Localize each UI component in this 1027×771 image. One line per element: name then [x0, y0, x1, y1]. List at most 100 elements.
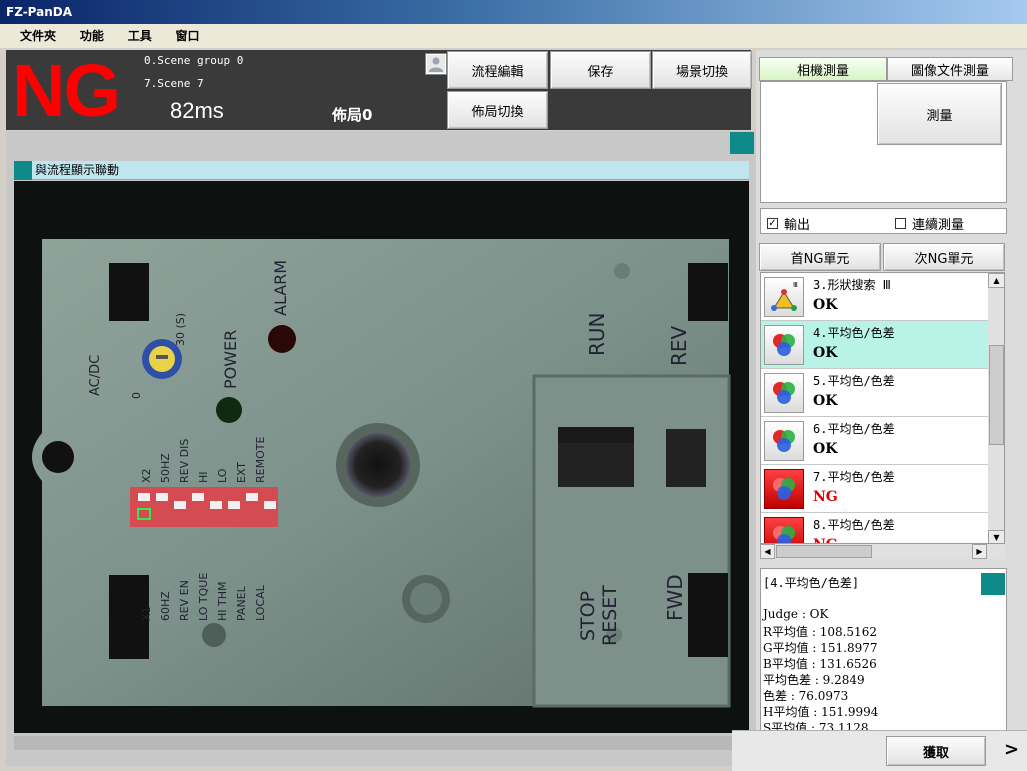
unit-result: OK	[813, 297, 838, 313]
output-checkbox[interactable]: ✓ 輸出	[767, 214, 810, 233]
continuous-measure-checkbox[interactable]: 連續測量	[895, 214, 964, 233]
list-item[interactable]: Ⅲ 3.形狀搜索 Ⅲ OK	[761, 273, 988, 321]
label-alarm: ALARM	[271, 260, 290, 316]
image-horizontal-scrollbar[interactable]	[14, 736, 749, 750]
detail-panel: [4.平均色/色差] Judge : OK R平均值 : 108.5162 G平…	[760, 568, 1007, 733]
unit-name: 8.平均色/色差	[813, 518, 895, 532]
color-average-icon	[764, 469, 804, 509]
label-stop: STOP	[577, 591, 599, 641]
menu-bar: 文件夾 功能 工具 窗口	[0, 24, 1027, 48]
right-panel: 相機測量 圖像文件測量 測量 ✓ 輸出 連續測量 首NG單元 次NG單元 Ⅲ 3…	[756, 50, 1027, 771]
pot-scale-zero: 0	[130, 392, 143, 399]
dip-top-label: LO	[216, 468, 229, 483]
menu-tools[interactable]: 工具	[118, 24, 162, 48]
user-icon[interactable]	[425, 53, 447, 75]
save-button[interactable]: 保存	[550, 51, 651, 89]
svg-text:Ⅲ: Ⅲ	[793, 281, 798, 289]
unit-result: OK	[813, 441, 838, 457]
unit-list-vertical-scrollbar[interactable]: ▲ ▼	[988, 273, 1004, 543]
color-average-icon	[764, 421, 804, 461]
shape-search-icon: Ⅲ	[764, 277, 804, 317]
unit-name: 3.形狀搜索 Ⅲ	[813, 278, 891, 292]
label-acdc: AC/DC	[88, 355, 103, 396]
expand-arrow-icon[interactable]: >	[1004, 739, 1019, 760]
unit-name: 4.平均色/色差	[813, 326, 895, 340]
dip-bottom-label: 60HZ	[159, 591, 172, 621]
list-item[interactable]: 6.平均色/色差 OK	[761, 417, 988, 465]
layout-switch-button[interactable]: 佈局切換	[447, 91, 548, 129]
detail-line: B平均值 : 131.6526	[763, 657, 877, 671]
tab-camera-measure[interactable]: 相機測量	[759, 57, 887, 81]
unit-result: NG	[813, 537, 838, 543]
detail-line: H平均值 : 151.9994	[763, 705, 879, 719]
dip-top-label: 50HZ	[159, 453, 172, 483]
list-item[interactable]: 8.平均色/色差 NG	[761, 513, 988, 543]
menu-function[interactable]: 功能	[70, 24, 114, 48]
tab-image-file-measure[interactable]: 圖像文件測量	[887, 57, 1013, 81]
dip-top-label: REMOTE	[254, 437, 267, 483]
continuous-check-box-icon	[895, 218, 906, 229]
image-window-header: 與流程顯示聯動	[14, 161, 749, 180]
dip-bottom-label: HI THM	[216, 582, 229, 622]
unit-name: 7.平均色/色差	[813, 470, 895, 484]
menu-window[interactable]: 窗口	[166, 24, 210, 48]
detail-line: G平均值 : 151.8977	[763, 641, 878, 655]
output-check-icon: ✓	[767, 217, 778, 229]
color-average-icon	[764, 325, 804, 365]
scroll-down-icon[interactable]: ▼	[988, 530, 1004, 543]
dip-bottom-label: LOCAL	[254, 584, 267, 621]
window-title: FZ-PanDA	[6, 5, 73, 19]
detail-line: 平均色差 : 9.2849	[763, 673, 865, 687]
pot-scale-max: 30 (S)	[174, 313, 187, 346]
bottom-bar: 獲取 >	[732, 730, 1027, 771]
detail-line: 色差 : 76.0973	[763, 689, 849, 703]
list-item[interactable]: 5.平均色/色差 OK	[761, 369, 988, 417]
label-fwd: FWD	[663, 574, 687, 621]
first-ng-unit-button[interactable]: 首NG單元	[759, 243, 881, 271]
label-power: POWER	[221, 330, 240, 389]
dip-top-label: REV DIS	[178, 439, 191, 483]
label-reset: RESET	[599, 585, 621, 646]
scroll-right-icon[interactable]: ▶	[972, 544, 987, 559]
dip-bottom-label: PANEL	[235, 585, 248, 621]
scroll-up-icon[interactable]: ▲	[988, 273, 1004, 288]
continuous-measure-label: 連續測量	[912, 218, 965, 233]
detail-line: R平均值 : 108.5162	[763, 625, 877, 639]
output-label: 輸出	[784, 218, 811, 233]
header-marker-icon	[14, 161, 32, 180]
measure-options: ✓ 輸出 連續測量	[760, 208, 1007, 234]
capture-button[interactable]: 獲取	[886, 736, 986, 766]
scene-group-label: 0.Scene group 0	[144, 54, 244, 67]
panel-corner-marker	[730, 132, 754, 154]
list-item[interactable]: 4.平均色/色差 OK	[761, 321, 988, 369]
layout-label: 佈局0	[332, 106, 373, 124]
unit-result: OK	[813, 345, 838, 361]
unit-result: NG	[813, 489, 838, 505]
camera-image[interactable]: AC/DC POWER ALARM RUN REV STOP RESET FWD…	[14, 181, 749, 733]
dip-bottom-label: LO TQUE	[197, 573, 210, 621]
dip-top-label: EXT	[235, 462, 248, 483]
measure-button[interactable]: 測量	[877, 83, 1002, 145]
label-rev: REV	[667, 325, 691, 366]
unit-name: 5.平均色/色差	[813, 374, 895, 388]
image-window-title: 與流程顯示聯動	[35, 163, 120, 177]
unit-name: 6.平均色/色差	[813, 422, 895, 436]
list-item[interactable]: 7.平均色/色差 NG	[761, 465, 988, 513]
menu-folder[interactable]: 文件夾	[10, 24, 66, 48]
color-average-icon	[764, 373, 804, 413]
scroll-left-icon[interactable]: ◀	[760, 544, 775, 559]
unit-list: Ⅲ 3.形狀搜索 Ⅲ OK 4.平均色/色差 OK 5.平均色/色差 OK 6.…	[760, 272, 1005, 544]
scene-switch-button[interactable]: 場景切換	[652, 51, 752, 89]
scene-label: 7.Scene 7	[144, 77, 204, 90]
detail-marker-icon	[981, 573, 1005, 595]
unit-list-horizontal-scrollbar[interactable]: ◀ ▶	[760, 544, 1005, 559]
horizontal-scroll-thumb[interactable]	[776, 545, 872, 558]
dip-bottom-label: REV EN	[178, 580, 191, 621]
flow-edit-button[interactable]: 流程編輯	[447, 51, 548, 89]
color-average-icon	[764, 517, 804, 543]
dip-top-label: X2	[140, 468, 153, 483]
unit-result: OK	[813, 393, 838, 409]
dip-bottom-label: X1	[140, 606, 153, 621]
scroll-thumb[interactable]	[989, 345, 1004, 445]
next-ng-unit-button[interactable]: 次NG單元	[883, 243, 1005, 271]
